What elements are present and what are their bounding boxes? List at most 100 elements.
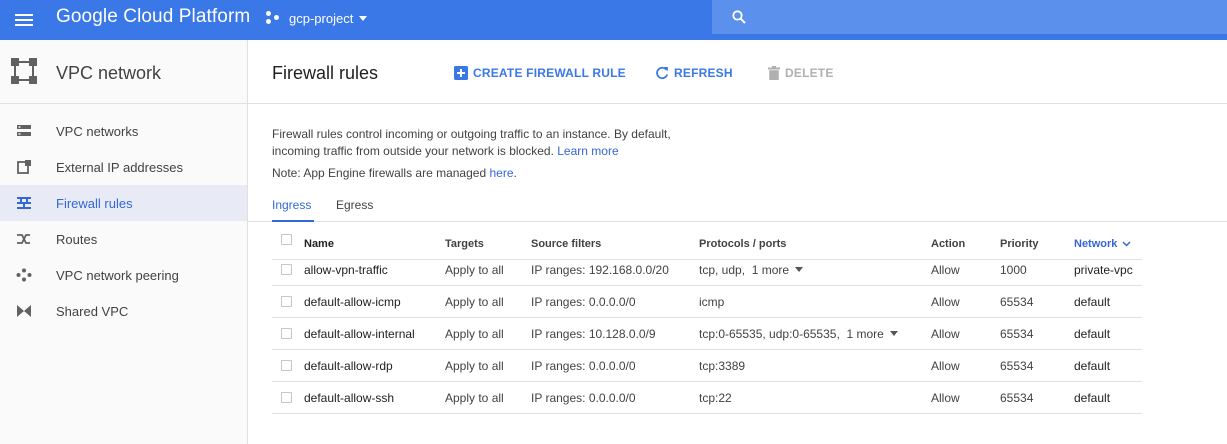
row-checkbox[interactable] [281, 392, 292, 403]
rule-source-filters: IP ranges: 0.0.0.0/0 [531, 359, 636, 373]
tab-ingress[interactable]: Ingress [272, 198, 314, 222]
direction-tabs: Ingress Egress [248, 196, 1227, 222]
table-row[interactable]: default-allow-rdp Apply to all IP ranges… [272, 350, 1142, 382]
rule-network: default [1074, 327, 1111, 341]
routes-icon [17, 234, 30, 244]
rule-source-filters: IP ranges: 10.128.0.0/9 [531, 327, 656, 341]
rule-protocols: tcp:22 [699, 391, 732, 405]
shared-vpc-icon [17, 305, 31, 317]
rule-targets: Apply to all [445, 295, 504, 309]
here-link[interactable]: here [489, 166, 513, 180]
network-header-label: Network [1074, 238, 1118, 250]
sidebar-item-label: Shared VPC [56, 303, 129, 319]
rule-name[interactable]: default-allow-rdp [304, 350, 393, 382]
rule-network: default [1074, 295, 1111, 309]
select-all-checkbox[interactable] [281, 234, 292, 245]
rule-protocols: tcp:3389 [699, 359, 746, 373]
dropdown-arrow-icon [889, 331, 898, 337]
sidebar-header: VPC network [0, 40, 247, 104]
rule-priority: 65534 [1000, 295, 1034, 309]
rule-name[interactable]: default-allow-internal [304, 318, 415, 350]
note-text: Note: App Engine firewalls are managed [272, 166, 487, 180]
search-bar[interactable] [712, 0, 1227, 34]
more-dropdown[interactable]: 1 more [846, 327, 898, 341]
chevron-down-icon [359, 15, 368, 21]
dropdown-arrow-icon [795, 267, 804, 273]
rule-network: default [1074, 359, 1111, 373]
rule-name[interactable]: default-allow-icmp [304, 286, 401, 318]
table-row[interactable]: default-allow-internal Apply to all IP r… [272, 318, 1142, 350]
rule-targets: Apply to all [445, 327, 504, 341]
sidebar-item-label: VPC network peering [56, 267, 179, 283]
sidebar-title: VPC network [56, 63, 162, 83]
rule-protocols: icmp [699, 295, 725, 309]
table-row[interactable]: default-allow-ssh Apply to all IP ranges… [272, 382, 1142, 414]
refresh-label: REFRESH [674, 66, 733, 80]
trash-icon [768, 66, 780, 80]
external-ip-icon [17, 160, 31, 174]
sidebar: VPC network VPC networks External IP add… [0, 40, 248, 444]
rule-priority: 65534 [1000, 359, 1034, 373]
learn-more-link[interactable]: Learn more [557, 144, 618, 158]
rule-targets: Apply to all [445, 263, 504, 277]
description-line-2: incoming traffic from outside your netwo… [272, 143, 671, 160]
rule-priority: 65534 [1000, 391, 1034, 405]
vpc-network-logo-icon [11, 58, 37, 84]
vpc-networks-icon [17, 125, 31, 136]
sidebar-item-label: External IP addresses [56, 159, 183, 175]
rule-targets: Apply to all [445, 359, 504, 373]
peering-icon [16, 268, 32, 282]
protocols-text: tcp:0-65535, udp:0-65535, [699, 327, 840, 341]
rule-source-filters: IP ranges: 0.0.0.0/0 [531, 391, 636, 405]
row-checkbox[interactable] [281, 264, 292, 275]
description-text: incoming traffic from outside your netwo… [272, 144, 554, 158]
project-selector[interactable]: gcp-project [266, 8, 368, 28]
rule-action: Allow [931, 295, 960, 309]
more-label: 1 more [846, 327, 884, 341]
brand-title[interactable]: Google Cloud Platform [56, 7, 250, 27]
chevron-down-icon [1122, 241, 1131, 247]
rule-name[interactable]: default-allow-ssh [304, 382, 394, 414]
sidebar-item-label: VPC networks [56, 123, 139, 139]
refresh-icon [656, 66, 669, 80]
create-firewall-rule-button[interactable]: CREATE FIREWALL RULE [454, 64, 626, 82]
rule-protocols: tcp, udp, 1 more [699, 254, 804, 286]
delete-button[interactable]: DELETE [768, 64, 834, 82]
tab-egress[interactable]: Egress [336, 198, 373, 222]
refresh-button[interactable]: REFRESH [655, 64, 733, 82]
rule-source-filters: IP ranges: 0.0.0.0/0 [531, 295, 636, 309]
delete-label: DELETE [785, 66, 834, 80]
create-label: CREATE FIREWALL RULE [473, 66, 626, 80]
sidebar-item-external-ip[interactable]: External IP addresses [0, 149, 247, 185]
project-icon [266, 11, 282, 25]
rule-action: Allow [931, 391, 960, 405]
more-label: 1 more [751, 263, 790, 277]
rule-source-filters: IP ranges: 192.168.0.0/20 [531, 263, 669, 277]
rule-name[interactable]: allow-vpn-traffic [304, 254, 388, 286]
rule-priority: 65534 [1000, 327, 1034, 341]
page-description: Firewall rules control incoming or outgo… [272, 126, 671, 160]
menu-icon[interactable] [13, 9, 35, 31]
page-title: Firewall rules [272, 63, 379, 83]
rule-targets: Apply to all [445, 391, 504, 405]
row-checkbox[interactable] [281, 360, 292, 371]
protocols-text: tcp, udp, [699, 263, 746, 277]
row-checkbox[interactable] [281, 328, 292, 339]
sidebar-item-shared-vpc[interactable]: Shared VPC [0, 293, 247, 329]
sidebar-item-vpc-networks[interactable]: VPC networks [0, 113, 247, 149]
table-row[interactable]: allow-vpn-traffic Apply to all IP ranges… [272, 254, 1142, 286]
sidebar-item-network-peering[interactable]: VPC network peering [0, 257, 247, 293]
sidebar-item-firewall-rules[interactable]: Firewall rules [0, 185, 247, 221]
note-period: . [513, 166, 517, 180]
project-name: gcp-project [289, 10, 354, 26]
add-box-icon [454, 66, 468, 80]
top-bar: Google Cloud Platform gcp-project [0, 0, 1227, 40]
rule-protocols: tcp:0-65535, udp:0-65535, 1 more [699, 318, 898, 350]
table-row[interactable]: default-allow-icmp Apply to all IP range… [272, 286, 1142, 318]
sidebar-item-label: Firewall rules [56, 195, 133, 211]
firewall-icon [17, 197, 31, 209]
row-checkbox[interactable] [281, 296, 292, 307]
sidebar-item-routes[interactable]: Routes [0, 221, 247, 257]
more-dropdown[interactable]: 1 more [751, 263, 804, 277]
app-engine-note: Note: App Engine firewalls are managed h… [272, 166, 517, 180]
